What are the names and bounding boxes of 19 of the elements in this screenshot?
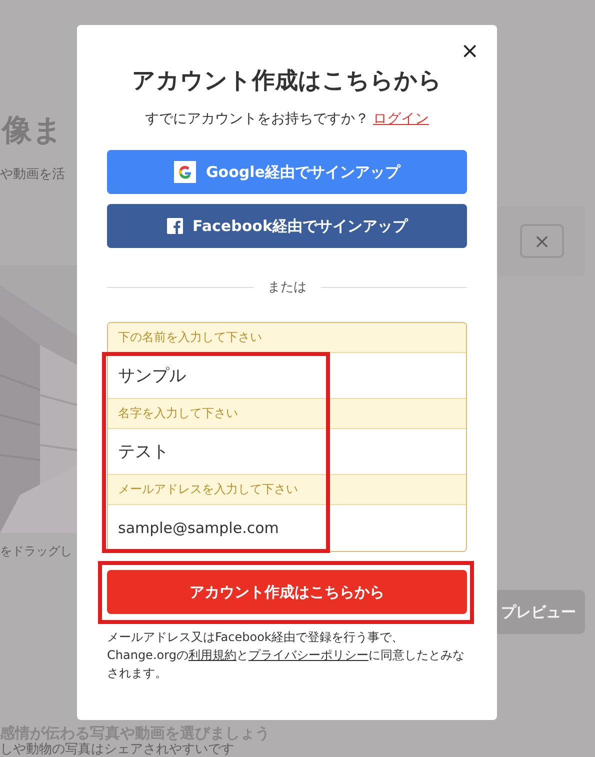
facebook-logo-icon xyxy=(166,218,183,234)
terms-text: メールアドレス又はFacebook経由で登録を行う事で、Change.orgの利用規約 と プライバシーポリシーに同意したとみなされます。 xyxy=(107,629,466,682)
close-button[interactable]: × xyxy=(456,41,483,63)
drag-hint: をドラッグし xyxy=(0,543,72,560)
page-subtitle: や動画を活 xyxy=(0,166,65,183)
google-logo-icon xyxy=(174,161,196,183)
field-label: 名字を入力して下さい xyxy=(108,399,466,429)
terms-link[interactable]: 利用規約 xyxy=(188,648,236,662)
create-account-button[interactable]: アカウント作成はこちらから xyxy=(107,570,467,614)
divider-label: または xyxy=(268,279,306,296)
login-link[interactable]: ログイン xyxy=(373,110,429,128)
facebook-signup-button[interactable]: Facebook経由でサインアップ xyxy=(107,204,467,248)
google-signup-button[interactable]: Google経由でサインアップ xyxy=(107,150,467,194)
terms-link[interactable]: プライバシーポリシー xyxy=(248,648,368,662)
field-label: 下の名前を入力して下さい xyxy=(108,323,466,353)
login-prompt: すでにアカウントをお持ちですか？ xyxy=(145,110,369,128)
section-text: しや動物の写真はシェアされやすいです xyxy=(0,742,235,757)
dialog-title: アカウント作成はこちらから xyxy=(131,67,443,96)
field-label: メールアドレスを入力して下さい xyxy=(108,475,466,505)
